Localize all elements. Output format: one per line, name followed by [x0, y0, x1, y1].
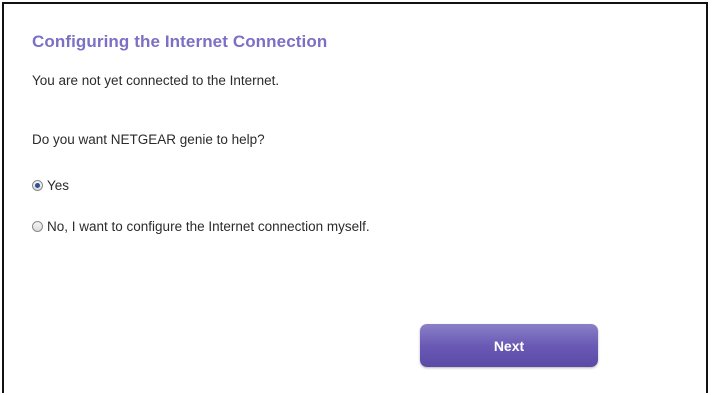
option-yes[interactable]: Yes — [32, 178, 69, 193]
option-yes-label: Yes — [47, 178, 70, 193]
next-button[interactable]: Next — [420, 324, 598, 367]
page-title: Configuring the Internet Connection — [32, 32, 328, 51]
help-question: Do you want NETGEAR genie to help? — [32, 132, 265, 147]
wizard-panel: Configuring the Internet Connection You … — [2, 2, 708, 393]
radio-yes[interactable] — [32, 180, 43, 191]
radio-selected-dot — [35, 183, 40, 188]
option-no-label: No, I want to configure the Internet con… — [47, 219, 370, 234]
option-no[interactable]: No, I want to configure the Internet con… — [32, 219, 370, 234]
radio-no[interactable] — [32, 221, 43, 232]
connection-status-text: You are not yet connected to the Interne… — [32, 73, 280, 88]
